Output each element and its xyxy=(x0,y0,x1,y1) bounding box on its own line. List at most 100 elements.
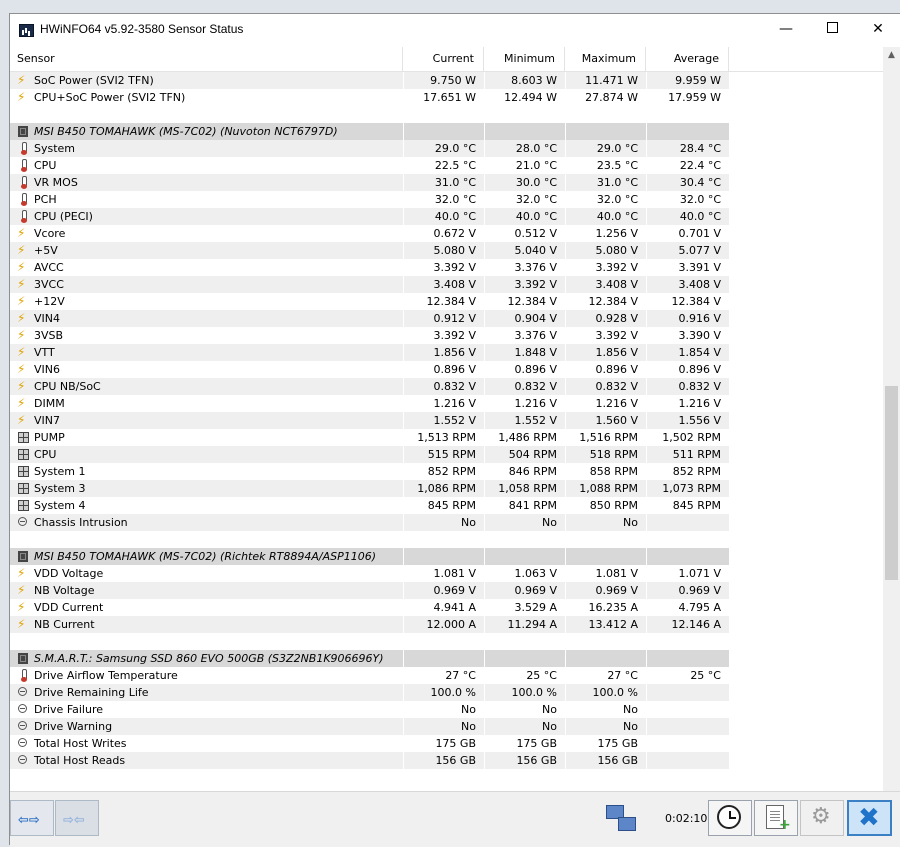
table-row[interactable]: VDD Voltage 1.081 V 1.063 V 1.081 V 1.071 V xyxy=(10,565,883,582)
sensor-group-header[interactable]: MSI B450 TOMAHAWK (MS-7C02) (Richtek RT8… xyxy=(10,548,883,565)
value-minimum: 100.0 % xyxy=(485,684,565,701)
value-current: 156 GB xyxy=(404,752,484,769)
table-row[interactable]: CPU 22.5 °C 21.0 °C 23.5 °C 22.4 °C xyxy=(10,157,883,174)
table-row[interactable]: Total Host Writes 175 GB 175 GB 175 GB xyxy=(10,735,883,752)
value-average: 1.556 V xyxy=(647,412,729,429)
value-maximum: 175 GB xyxy=(597,737,638,750)
table-row[interactable]: Drive Warning No No No xyxy=(10,718,883,735)
value-average: 1.216 V xyxy=(678,397,721,410)
sensor-name: Drive Failure xyxy=(34,703,104,716)
value-minimum: 21.0 °C xyxy=(515,159,557,172)
sensor-cell: Chassis Intrusion xyxy=(10,514,403,531)
table-row[interactable]: NB Current 12.000 A11.294 A13.412 A12.146… xyxy=(10,616,883,633)
value-current: 175 GB xyxy=(435,737,476,750)
navigate-left-right-button[interactable]: ⇦⇨ xyxy=(10,800,54,836)
sensor-cell: NB Voltage xyxy=(10,582,403,599)
table-row[interactable]: 3VSB 3.392 V 3.376 V 3.392 V 3.390 V xyxy=(10,327,883,344)
column-header-sensor[interactable]: Sensor xyxy=(10,47,403,71)
table-row[interactable]: Drive Failure No No No xyxy=(10,701,883,718)
value-minimum: 25 °C xyxy=(526,669,557,682)
sensor-name: System xyxy=(34,142,76,155)
reset-timer-button[interactable] xyxy=(708,800,752,836)
table-row[interactable]: 3VCC3.408 V3.392 V3.408 V3.408 V xyxy=(10,276,883,293)
sensor-name: CPU xyxy=(34,448,57,461)
value-minimum: 12.384 V xyxy=(507,295,557,308)
lightning-icon xyxy=(17,327,30,344)
column-header-average[interactable]: Average xyxy=(647,47,729,71)
value-current xyxy=(404,106,484,123)
sensor-cell: CPU xyxy=(10,157,403,174)
table-row[interactable]: SoC Power (SVI2 TFN) 9.750 W8.603 W11.471… xyxy=(10,72,883,89)
value-minimum xyxy=(485,123,565,140)
table-row[interactable]: VIN4 0.912 V0.904 V0.928 V0.916 V xyxy=(10,310,883,327)
table-row[interactable]: System 4 845 RPM 841 RPM 850 RPM 845 RPM xyxy=(10,497,883,514)
vertical-scrollbar[interactable]: ▲ ▼ xyxy=(883,47,900,804)
table-row[interactable]: VTT1.856 V1.848 V1.856 V1.854 V xyxy=(10,344,883,361)
title-bar[interactable]: HWiNFO64 v5.92-3580 Sensor Status — ✕ xyxy=(10,14,900,46)
sensor-group-header[interactable]: MSI B450 TOMAHAWK (MS-7C02) (Nuvoton NCT… xyxy=(10,123,883,140)
table-row[interactable]: VIN71.552 V1.552 V1.560 V1.556 V xyxy=(10,412,883,429)
table-row[interactable]: +5V5.080 V5.040 V5.080 V5.077 V xyxy=(10,242,883,259)
table-row[interactable]: AVCC 3.392 V 3.376 V 3.392 V 3.391 V xyxy=(10,259,883,276)
navigate-collapse-button[interactable]: ⇨⇦ xyxy=(55,800,99,836)
table-row[interactable]: VR MOS 31.0 °C 30.0 °C 31.0 °C 30.4 °C xyxy=(10,174,883,191)
table-row[interactable]: PCH 32.0 °C 32.0 °C 32.0 °C 32.0 °C xyxy=(10,191,883,208)
close-window-button[interactable]: ✕ xyxy=(855,14,900,46)
sensor-table[interactable]: Sensor Current Minimum Maximum Average S… xyxy=(10,47,883,804)
table-row[interactable]: +12V 12.384 V 12.384 V 12.384 V 12.384 V xyxy=(10,293,883,310)
sensor-cell: System xyxy=(10,140,403,157)
value-maximum: 16.235 A xyxy=(588,601,638,614)
value-minimum: 3.376 V xyxy=(514,329,557,342)
column-header-current[interactable]: Current xyxy=(404,47,484,71)
value-average: 0.916 V xyxy=(647,310,729,327)
value-average: 3.390 V xyxy=(678,329,721,342)
lightning-icon xyxy=(17,395,30,412)
table-row[interactable]: NB Voltage0.969 V0.969 V0.969 V0.969 V xyxy=(10,582,883,599)
sensor-cell: PUMP xyxy=(10,429,403,446)
sensor-name: Vcore xyxy=(34,227,66,240)
table-row[interactable]: CPU NB/SoC0.832 V0.832 V0.832 V0.832 V xyxy=(10,378,883,395)
table-row[interactable]: System 1 852 RPM 846 RPM 858 RPM 852 RPM xyxy=(10,463,883,480)
value-current xyxy=(404,633,484,650)
close-sensors-button[interactable]: ✖ xyxy=(847,800,892,836)
table-row[interactable]: VIN6 0.896 V 0.896 V 0.896 V 0.896 V xyxy=(10,361,883,378)
value-average xyxy=(647,650,729,667)
value-minimum: 11.294 A xyxy=(485,616,565,633)
column-header-minimum[interactable]: Minimum xyxy=(485,47,565,71)
logging-button[interactable]: + xyxy=(754,800,798,836)
sensor-cell: MSI B450 TOMAHAWK (MS-7C02) (Richtek RT8… xyxy=(10,548,403,565)
table-row[interactable]: CPU 515 RPM 504 RPM 518 RPM 511 RPM xyxy=(10,446,883,463)
value-current: 0.672 V xyxy=(433,227,476,240)
table-row[interactable]: VDD Current 4.941 A 3.529 A 16.235 A 4.795 A xyxy=(10,599,883,616)
value-maximum: 1.256 V xyxy=(595,227,638,240)
value-current: 0.969 V xyxy=(404,582,484,599)
value-average: 3.408 V xyxy=(647,276,729,293)
table-row[interactable]: CPU+SoC Power (SVI2 TFN) 17.651 W 12.494 W… xyxy=(10,89,883,106)
table-row[interactable]: Drive Airflow Temperature 27 °C 25 °C 27 °C… xyxy=(10,667,883,684)
sensor-cell: VR MOS xyxy=(10,174,403,191)
scroll-up-icon[interactable]: ▲ xyxy=(883,47,900,64)
value-maximum: 0.969 V xyxy=(566,582,646,599)
scrollbar-thumb[interactable] xyxy=(885,386,898,580)
network-button[interactable] xyxy=(597,800,641,836)
table-row[interactable]: System 29.0 °C 28.0 °C 29.0 °C 28.4 °C xyxy=(10,140,883,157)
table-row[interactable]: DIMM 1.216 V 1.216 V 1.216 V 1.216 V xyxy=(10,395,883,412)
lightning-icon xyxy=(17,89,30,106)
table-row[interactable]: Vcore 0.672 V 0.512 V 1.256 V 0.701 V xyxy=(10,225,883,242)
fan-icon xyxy=(18,483,29,494)
value-maximum: 1,088 RPM xyxy=(566,480,646,497)
maximize-button[interactable] xyxy=(809,14,855,46)
sensor-group-header[interactable]: S.M.A.R.T.: Samsung SSD 860 EVO 500GB (S… xyxy=(10,650,883,667)
column-header-maximum[interactable]: Maximum xyxy=(566,47,646,71)
table-row[interactable]: PUMP 1,513 RPM 1,486 RPM 1,516 RPM 1,502 RPM xyxy=(10,429,883,446)
value-average: 40.0 °C xyxy=(647,208,729,225)
sensor-cell: +5V xyxy=(10,242,403,259)
settings-button[interactable]: ⚙ xyxy=(800,800,844,836)
table-row[interactable]: System 3 1,086 RPM 1,058 RPM 1,088 RPM 1,073… xyxy=(10,480,883,497)
table-row[interactable]: Total Host Reads 156 GB 156 GB 156 GB xyxy=(10,752,883,769)
value-maximum: 11.471 W xyxy=(566,72,646,89)
minimize-button[interactable]: — xyxy=(763,14,809,46)
table-row[interactable]: CPU (PECI) 40.0 °C 40.0 °C 40.0 °C 40.0 °C xyxy=(10,208,883,225)
table-row[interactable]: Chassis Intrusion No No No xyxy=(10,514,883,531)
table-row[interactable]: Drive Remaining Life 100.0 % 100.0 % 100.0 … xyxy=(10,684,883,701)
